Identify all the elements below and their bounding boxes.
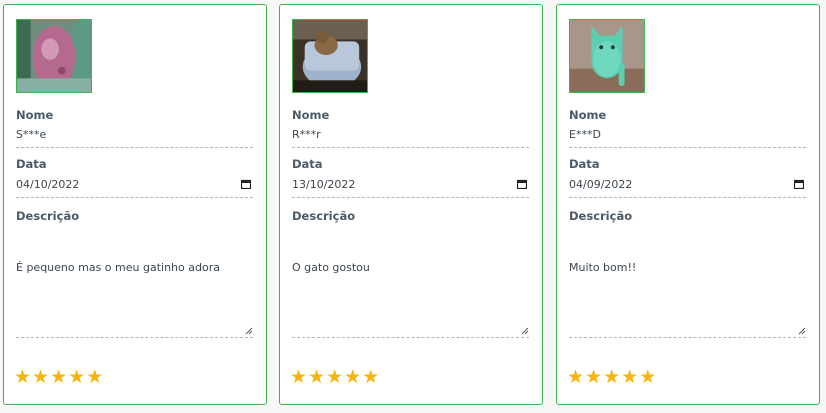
star-icon: ★ (86, 366, 104, 388)
name-field[interactable]: R***r (292, 128, 529, 148)
review-card: Nome R***r Data 13/10/2022 Descrição O g… (279, 4, 543, 405)
star-icon: ★ (603, 366, 621, 388)
date-field[interactable]: 04/10/2022 (16, 178, 253, 198)
date-label: Data (569, 157, 600, 171)
resize-handle-icon[interactable] (798, 327, 806, 335)
star-icon: ★ (308, 366, 326, 388)
date-field[interactable]: 13/10/2022 (292, 178, 529, 198)
review-photo[interactable] (569, 19, 645, 93)
date-label: Data (292, 157, 323, 171)
star-icon: ★ (567, 366, 585, 388)
calendar-icon[interactable] (241, 179, 251, 189)
description-label: Descrição (16, 209, 80, 223)
date-label: Data (16, 157, 47, 171)
rating-stars: ★ ★ ★ ★ ★ (14, 366, 103, 388)
star-icon: ★ (32, 366, 50, 388)
rating-stars: ★ ★ ★ ★ ★ (290, 366, 379, 388)
date-field[interactable]: 04/09/2022 (569, 178, 806, 198)
description-text: É pequeno mas o meu gatinho adora (16, 261, 220, 274)
star-icon: ★ (621, 366, 639, 388)
review-photo[interactable] (292, 19, 368, 93)
rating-stars: ★ ★ ★ ★ ★ (567, 366, 656, 388)
resize-handle-icon[interactable] (245, 327, 253, 335)
star-icon: ★ (585, 366, 603, 388)
resize-handle-icon[interactable] (521, 327, 529, 335)
calendar-icon[interactable] (517, 179, 527, 189)
name-label: Nome (16, 108, 54, 122)
star-icon: ★ (362, 366, 380, 388)
description-text: Muito bom!! (569, 261, 637, 274)
review-photo-image (570, 20, 644, 92)
date-value: 04/10/2022 (16, 178, 80, 191)
description-label: Descrição (292, 209, 356, 223)
review-card: Nome E***D Data 04/09/2022 Descrição Mui… (556, 4, 820, 405)
description-field[interactable]: É pequeno mas o meu gatinho adora (16, 231, 253, 338)
name-label: Nome (292, 108, 330, 122)
name-label: Nome (569, 108, 607, 122)
star-icon: ★ (344, 366, 362, 388)
name-field[interactable]: S***e (16, 128, 253, 148)
review-photo-image (293, 20, 367, 92)
star-icon: ★ (14, 366, 32, 388)
description-label: Descrição (569, 209, 633, 223)
star-icon: ★ (50, 366, 68, 388)
star-icon: ★ (639, 366, 657, 388)
description-field[interactable]: Muito bom!! (569, 231, 806, 338)
star-icon: ★ (326, 366, 344, 388)
description-field[interactable]: O gato gostou (292, 231, 529, 338)
reviews-list: Nome S***e Data 04/10/2022 Descrição É p… (0, 0, 826, 413)
review-photo-image (17, 20, 91, 92)
star-icon: ★ (290, 366, 308, 388)
name-field[interactable]: E***D (569, 128, 806, 148)
review-photo[interactable] (16, 19, 92, 93)
description-text: O gato gostou (292, 261, 370, 274)
date-value: 04/09/2022 (569, 178, 633, 191)
date-value: 13/10/2022 (292, 178, 356, 191)
review-card: Nome S***e Data 04/10/2022 Descrição É p… (3, 4, 267, 405)
calendar-icon[interactable] (794, 179, 804, 189)
star-icon: ★ (68, 366, 86, 388)
